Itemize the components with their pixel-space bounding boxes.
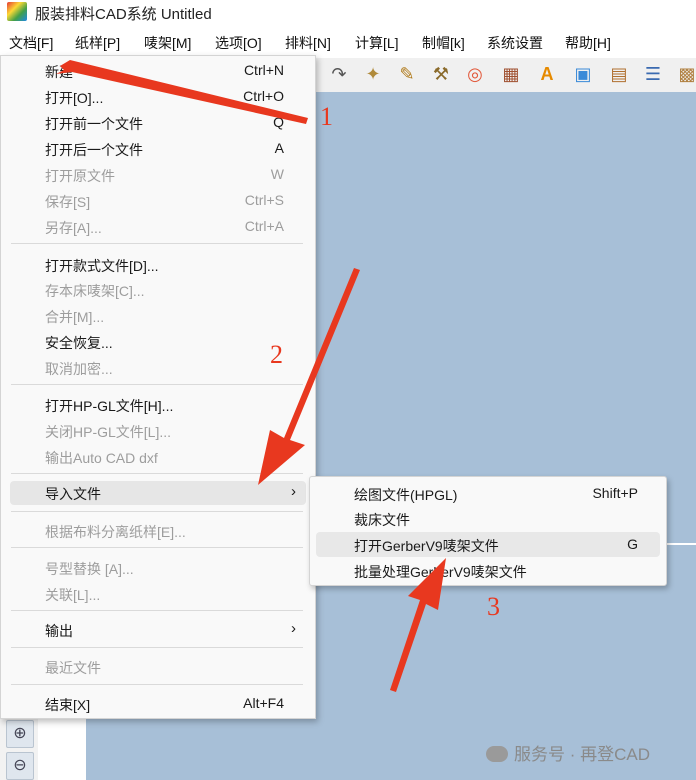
menu-calculate[interactable]: 计算[L] [355, 33, 399, 53]
top-toolbar: ↷ ✦ ✎ ⚒ ◎ ▦ A ▣ ▤ ☰ ▩ [314, 58, 696, 92]
menu-item-open[interactable]: 打开[O]... Ctrl+O [10, 85, 306, 109]
import-submenu: 绘图文件(HPGL) Shift+P 裁床文件 打开GerberV9唛架文件 G 批… [309, 476, 667, 586]
zoom-out-icon[interactable]: ⊖ [6, 752, 34, 780]
layers-icon[interactable]: ▤ [608, 63, 630, 85]
menu-item-open-hpgl[interactable]: 打开HP-GL文件[H]... [10, 393, 306, 417]
menu-marker[interactable]: 唛架[M] [144, 33, 191, 53]
menu-separator [11, 384, 303, 385]
grid-icon[interactable]: ▦ [500, 63, 522, 85]
menu-separator [11, 610, 303, 611]
wechat-icon [486, 746, 508, 762]
menu-system-settings[interactable]: 系统设置 [487, 33, 543, 53]
submenu-item-open-gerber[interactable]: 打开GerberV9唛架文件 G [316, 532, 660, 557]
menu-item-open-previous[interactable]: 打开前一个文件 Q [10, 111, 306, 135]
app-icon [7, 2, 27, 21]
window-title: 服装排料CAD系统 Untitled [35, 6, 212, 23]
menu-nesting[interactable]: 排料[N] [285, 33, 331, 53]
menu-item-open-next[interactable]: 打开后一个文件 A [10, 137, 306, 161]
menu-item-size-replace[interactable]: 号型替换 [A]... [10, 556, 306, 580]
menu-separator [11, 511, 303, 512]
menu-separator [11, 647, 303, 648]
watermark: 服务号 · 再登CAD [486, 740, 650, 765]
chevron-right-icon: › [291, 620, 296, 637]
menu-item-safe-recovery[interactable]: 安全恢复... [10, 330, 306, 354]
menu-item-save[interactable]: 保存[S] Ctrl+S [10, 189, 306, 213]
submenu-item-hpgl[interactable]: 绘图文件(HPGL) Shift+P [316, 481, 660, 506]
zoom-in-icon[interactable]: ⊕ [6, 720, 34, 748]
image-icon[interactable]: ▣ [572, 63, 594, 85]
menu-item-exit[interactable]: 结束[X] Alt+F4 [10, 692, 306, 716]
measure-icon[interactable]: ✎ [396, 63, 418, 85]
menu-item-output[interactable]: 输出 › [10, 618, 306, 642]
menu-item-close-hpgl[interactable]: 关闭HP-GL文件[L]... [10, 419, 306, 443]
menu-item-save-bed-marker[interactable]: 存本床唛架[C]... [10, 278, 306, 302]
chevron-right-icon: › [291, 483, 296, 500]
menu-pattern[interactable]: 纸样[P] [75, 33, 120, 53]
pattern-icon[interactable]: ▩ [676, 63, 696, 85]
menu-separator [11, 684, 303, 685]
menu-item-merge[interactable]: 合并[M]... [10, 304, 306, 328]
fish-icon[interactable]: ✦ [362, 63, 384, 85]
menu-item-associate[interactable]: 关联[L]... [10, 582, 306, 606]
file-menu-dropdown: 新建 Ctrl+N 打开[O]... Ctrl+O 打开前一个文件 Q 打开后一个文件… [0, 55, 316, 719]
menu-item-export-dxf[interactable]: 输出Auto CAD dxf [10, 445, 306, 469]
annotation-step-2: 2 [270, 340, 283, 369]
menu-separator [11, 547, 303, 548]
menu-separator [11, 243, 303, 244]
wrench-icon[interactable]: ⚒ [430, 63, 452, 85]
menu-bar: 文档[F] 纸样[P] 唛架[M] 选项[O] 排料[N] 计算[L] 制帽[k… [0, 30, 696, 56]
title-bar: 服装排料CAD系统 Untitled [0, 0, 696, 24]
menu-item-separate-by-fabric[interactable]: 根据布料分离纸样[E]... [10, 519, 306, 543]
menu-item-import-file[interactable]: 导入文件 › [10, 481, 306, 505]
letter-a-icon[interactable]: A [536, 63, 558, 85]
menu-help[interactable]: 帮助[H] [565, 33, 611, 53]
menu-options[interactable]: 选项[O] [215, 33, 262, 53]
menu-item-new[interactable]: 新建 Ctrl+N [10, 59, 306, 83]
menu-item-open-style-file[interactable]: 打开款式文件[D]... [10, 253, 306, 277]
menu-file[interactable]: 文档[F] [9, 33, 53, 53]
submenu-item-batch-gerber[interactable]: 批量处理GerberV9唛架文件 [316, 558, 660, 583]
redo-arrow-icon[interactable]: ↷ [328, 63, 350, 85]
menu-cap[interactable]: 制帽[k] [422, 33, 465, 53]
ring-icon[interactable]: ◎ [464, 63, 486, 85]
list-icon[interactable]: ☰ [642, 63, 664, 85]
menu-separator [11, 473, 303, 474]
menu-item-cancel-encryption[interactable]: 取消加密... [10, 356, 306, 380]
menu-item-save-as[interactable]: 另存[A]... Ctrl+A [10, 215, 306, 239]
menu-item-open-original[interactable]: 打开原文件 W [10, 163, 306, 187]
menu-item-recent-files[interactable]: 最近文件 [10, 655, 306, 679]
annotation-step-1: 1 [320, 102, 333, 131]
submenu-item-cutting-file[interactable]: 裁床文件 [316, 506, 660, 531]
annotation-step-3: 3 [487, 592, 500, 621]
